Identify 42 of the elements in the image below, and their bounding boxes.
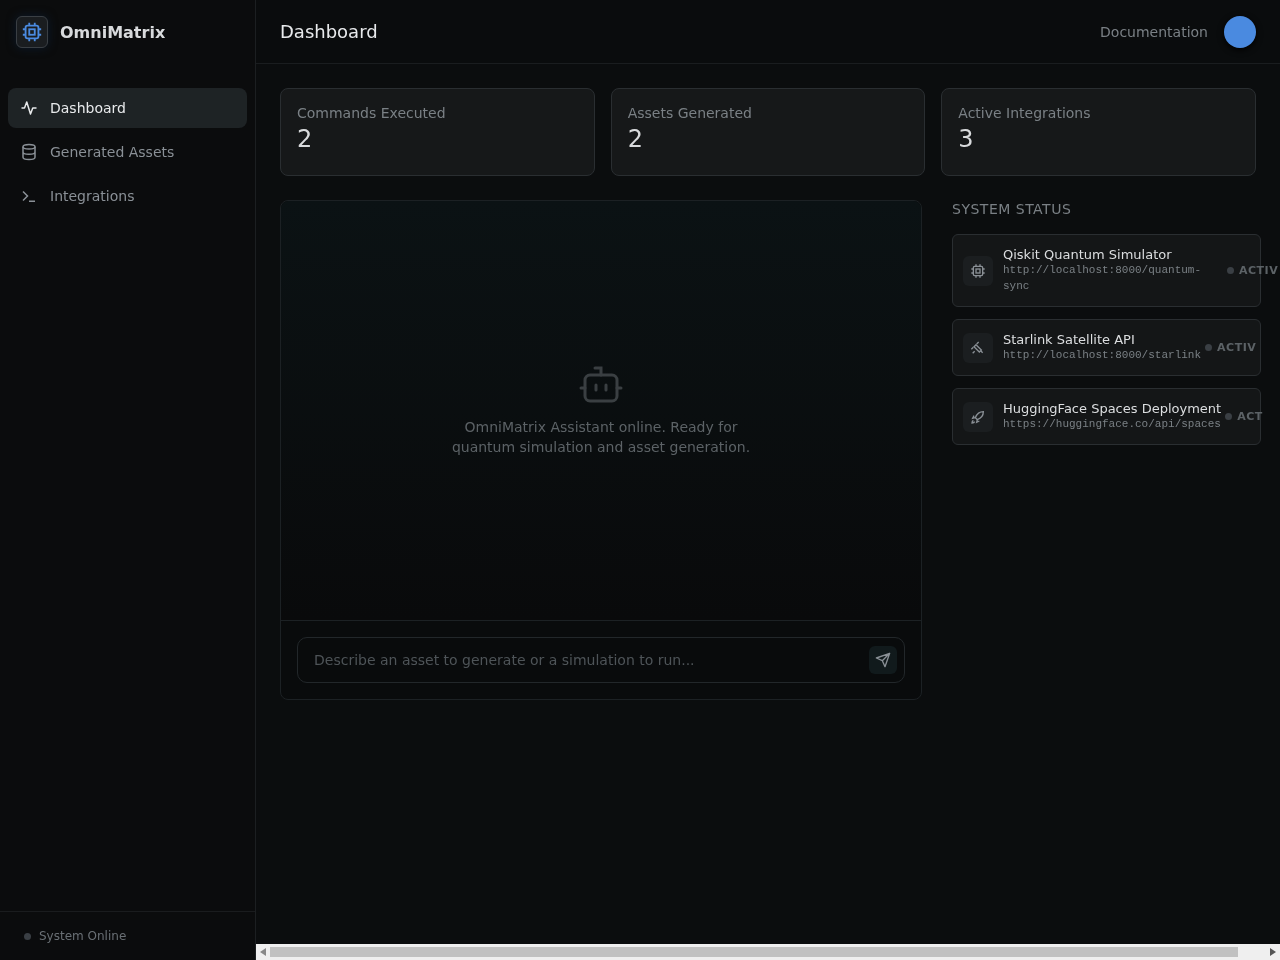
stat-label: Active Integrations (958, 105, 1092, 121)
section-heading: SYSTEM STATUS (952, 201, 1073, 217)
send-button[interactable] (869, 646, 897, 674)
pulse-icon (20, 99, 38, 117)
status-dot (1205, 344, 1213, 351)
documentation-link[interactable]: Documentation (1100, 23, 1208, 40)
prompt-input[interactable]: Describe an asset to generate or a simulation to run... (297, 637, 905, 683)
system-status-text: System Online (39, 929, 127, 943)
scroll-right-icon[interactable] (1270, 948, 1276, 956)
status-dot (1225, 413, 1233, 420)
page-title: Dashboard (280, 21, 378, 42)
sidebar-item[interactable]: Integrations (8, 176, 247, 216)
status-dot (24, 932, 31, 940)
stat-value: 2 (627, 125, 644, 153)
status-label: ACTIV (1217, 341, 1257, 354)
stat-label: Commands Executed (297, 105, 447, 121)
scroll-left-icon[interactable] (260, 948, 266, 956)
sidebar-item[interactable]: Dashboard (8, 88, 247, 128)
chip-icon (16, 16, 48, 48)
integration-url: http://localhost:8000/starlink (1003, 348, 1202, 363)
avatar[interactable] (1224, 15, 1256, 48)
status-label: ACT (1237, 410, 1263, 423)
robot-icon (579, 364, 623, 403)
stat-value: 2 (297, 125, 314, 153)
status-label: ACTIV (1239, 264, 1279, 277)
integration-url: http://localhost:8000/quantum-sync (1003, 263, 1203, 294)
satellite-icon (963, 332, 993, 363)
status-dot (1227, 267, 1234, 274)
horizontal-scrollbar[interactable] (256, 944, 1280, 960)
integration-name: HuggingFace Spaces Deployment (1003, 401, 1222, 416)
integration-name: Qiskit Quantum Simulator (1003, 247, 1173, 262)
rocket-icon (963, 401, 993, 432)
sidebar-item[interactable]: Generated Assets (8, 132, 247, 172)
integration-name: Starlink Satellite API (1003, 332, 1136, 347)
app-name: OmniMatrix (60, 22, 166, 42)
chip-icon (963, 255, 993, 286)
database-icon (20, 143, 38, 161)
integration-url: https://huggingface.co/api/spaces (1003, 417, 1222, 432)
send-icon (875, 652, 891, 668)
stat-label: Assets Generated (627, 105, 753, 121)
stat-value: 3 (958, 125, 975, 153)
assistant-message: OmniMatrix Assistant online. Ready for quantum simulation and asset generation. (450, 417, 752, 457)
